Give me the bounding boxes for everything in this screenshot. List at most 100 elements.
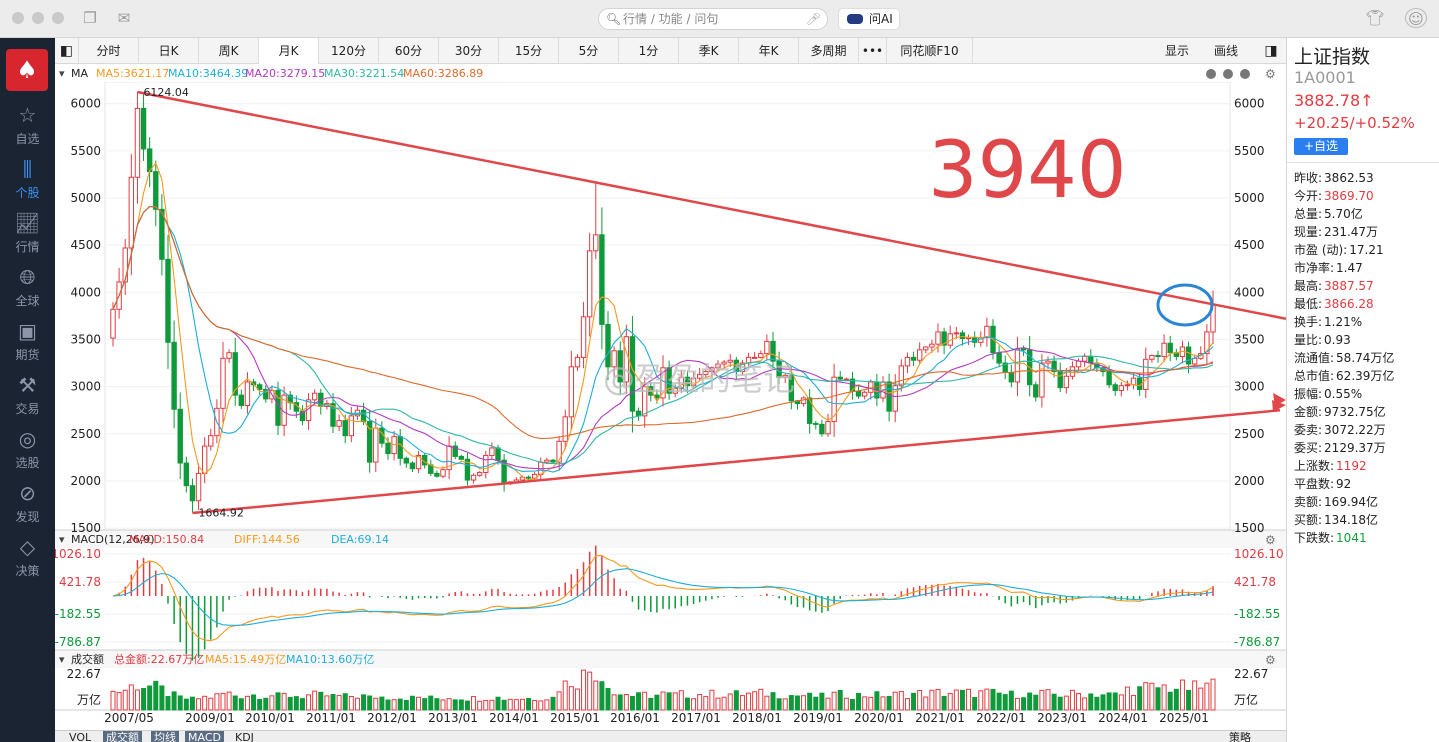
- divider: [1287, 162, 1439, 163]
- ask-ai-button[interactable]: 问AI: [838, 8, 900, 30]
- sidebar-item-label: 全球: [15, 294, 40, 308]
- skin-shirt-icon[interactable]: 👕︎: [1364, 8, 1386, 28]
- sidebar-item-stock-picker[interactable]: ◎ 选股: [0, 426, 55, 478]
- tab-daily-k[interactable]: 日K: [139, 38, 199, 64]
- tab-60min[interactable]: 60分: [379, 38, 439, 64]
- window-minimize-button[interactable]: [32, 12, 44, 24]
- message-icon[interactable]: ✉: [113, 8, 135, 28]
- bottom-tab-amount[interactable]: 成交额: [103, 731, 142, 742]
- volume-bar: [1051, 693, 1057, 711]
- quote-panel: 上证指数 1A0001 3882.78↑ +20.25/+0.52% +自选 昨…: [1286, 38, 1439, 742]
- app-logo-icon[interactable]: ♠: [6, 49, 48, 91]
- zoom-in-icon[interactable]: [1223, 69, 1233, 79]
- sidebar: ♠ ☆ 自选 ⫼ 个股 📈︎ 行情 🌐︎ 全球 ▣ 期货 ⚒ 交易 ◎ 选股 ⊘ 发现 ◇ 决策: [0, 38, 55, 742]
- price-axis-label-left: 3000: [70, 380, 101, 394]
- ma5-value: MA5:3621.17: [96, 67, 169, 80]
- tab-5min[interactable]: 5分: [559, 38, 619, 64]
- volume-bar: [880, 696, 886, 711]
- volume-dropdown[interactable]: ▾: [59, 653, 65, 666]
- bottom-tab-macd[interactable]: MACD: [185, 731, 224, 742]
- volume-bar: [361, 694, 367, 711]
- stat-value: 134.18亿: [1324, 513, 1379, 527]
- time-axis-label: 2011/01: [306, 711, 356, 725]
- time-axis-label: 2010/01: [245, 711, 295, 725]
- user-avatar-icon[interactable]: ☺: [1405, 8, 1427, 28]
- tab-yearly-k[interactable]: 年K: [739, 38, 799, 64]
- sidebar-item-label: 发现: [15, 510, 40, 524]
- volume-bar: [581, 669, 587, 711]
- window-close-button[interactable]: [12, 12, 24, 24]
- tab-1min[interactable]: 1分: [619, 38, 679, 64]
- zoom-out-icon[interactable]: [1206, 69, 1216, 79]
- bottom-tab-vol[interactable]: VOL: [69, 731, 91, 742]
- candle-body: [831, 376, 837, 423]
- volume-bar: [593, 680, 599, 711]
- sidebar-item-discover[interactable]: ⊘ 发现: [0, 480, 55, 532]
- macd-settings-gear-icon[interactable]: ⚙: [1265, 533, 1276, 547]
- multi-window-icon[interactable]: ❐: [79, 8, 101, 28]
- candle-body: [128, 176, 135, 249]
- sidebar-item-futures[interactable]: ▣ 期货: [0, 318, 55, 370]
- tab-monthly-k[interactable]: 月K: [259, 38, 319, 64]
- stat-row: 现量: 231.47万: [1294, 223, 1378, 240]
- tab-15min[interactable]: 15分: [499, 38, 559, 64]
- volume-bar: [642, 691, 648, 711]
- sidebar-item-global[interactable]: 🌐︎ 全球: [0, 264, 55, 316]
- search-icon: 🔍︎: [606, 12, 622, 26]
- candle-body: [476, 471, 483, 476]
- panel-toggle-icon[interactable]: ◨: [1259, 38, 1283, 64]
- stat-value: 58.74万亿: [1336, 351, 1395, 365]
- volume-settings-gear-icon[interactable]: ⚙: [1265, 653, 1276, 667]
- candle-body: [562, 416, 568, 442]
- volume-bar: [660, 691, 666, 711]
- tab-120min[interactable]: 120分: [319, 38, 379, 64]
- bottom-tab-strategy[interactable]: 策略: [1229, 731, 1251, 742]
- volume-bar: [208, 697, 214, 711]
- volume-bar: [495, 696, 501, 711]
- display-dropdown[interactable]: 显示: [1153, 38, 1201, 64]
- kline-chart-area[interactable]: ▾ MACD(12,26,9) MACD:150.84 DIFF:144.56 DEA:…: [55, 64, 1286, 730]
- tab-f10[interactable]: 同花顺F10: [887, 38, 973, 64]
- bottom-tab-kdj[interactable]: KDJ: [235, 731, 254, 742]
- volume-bar: [715, 697, 721, 711]
- tab-quarterly-k[interactable]: 季K: [679, 38, 739, 64]
- add-watchlist-button[interactable]: +自选: [1294, 138, 1348, 155]
- settings-gear-icon[interactable]: ⚙: [1265, 67, 1276, 81]
- bottom-tab-ma[interactable]: 均线: [151, 731, 179, 742]
- close-panel-icon[interactable]: [1240, 69, 1250, 79]
- price-axis-label-right: 4500: [1234, 238, 1265, 252]
- sidebar-item-market[interactable]: 📈︎ 行情: [0, 210, 55, 262]
- volume-bar: [917, 689, 923, 711]
- sidebar-item-trade[interactable]: ⚒ 交易: [0, 372, 55, 424]
- macd-dropdown[interactable]: ▾: [59, 533, 65, 546]
- tab-30min[interactable]: 30分: [439, 38, 499, 64]
- price-axis-label-left: 3500: [70, 332, 101, 346]
- candle-body: [226, 352, 232, 359]
- microphone-icon[interactable]: 🎤︎: [806, 9, 821, 29]
- tab-weekly-k[interactable]: 周K: [199, 38, 259, 64]
- volume-bar: [886, 695, 892, 711]
- volume-bar: [440, 699, 446, 711]
- draw-line-button[interactable]: 画线: [1201, 38, 1251, 64]
- layout-toggle-icon[interactable]: ◧: [55, 38, 79, 64]
- volume-label: 成交额: [71, 652, 104, 666]
- ma-dropdown[interactable]: ▾: [59, 67, 65, 80]
- tab-multi-period[interactable]: 多周期: [799, 38, 859, 64]
- stat-row: 卖额: 169.94亿: [1294, 493, 1378, 510]
- sidebar-item-decision[interactable]: ◇ 决策: [0, 534, 55, 586]
- volume-bar: [501, 699, 507, 711]
- sidebar-item-watchlist[interactable]: ☆ 自选: [0, 102, 55, 154]
- more-tabs-button[interactable]: •••: [859, 38, 887, 64]
- volume-bar: [856, 692, 862, 711]
- stat-value: 1.21%: [1324, 315, 1363, 329]
- volume-bar: [1033, 694, 1039, 711]
- search-input[interactable]: 🔍︎ 行情 / 功能 / 问句 🎤︎: [598, 8, 828, 30]
- sidebar-item-stock[interactable]: ⫼ 个股: [0, 156, 55, 208]
- volume-bar: [519, 698, 525, 711]
- window-zoom-button[interactable]: [52, 12, 64, 24]
- tab-intraday[interactable]: 分时: [79, 38, 139, 64]
- volume-bar: [116, 691, 122, 711]
- stat-label: 流通值:: [1294, 351, 1335, 365]
- volume-bar: [1161, 684, 1167, 711]
- volume-bar: [232, 695, 238, 711]
